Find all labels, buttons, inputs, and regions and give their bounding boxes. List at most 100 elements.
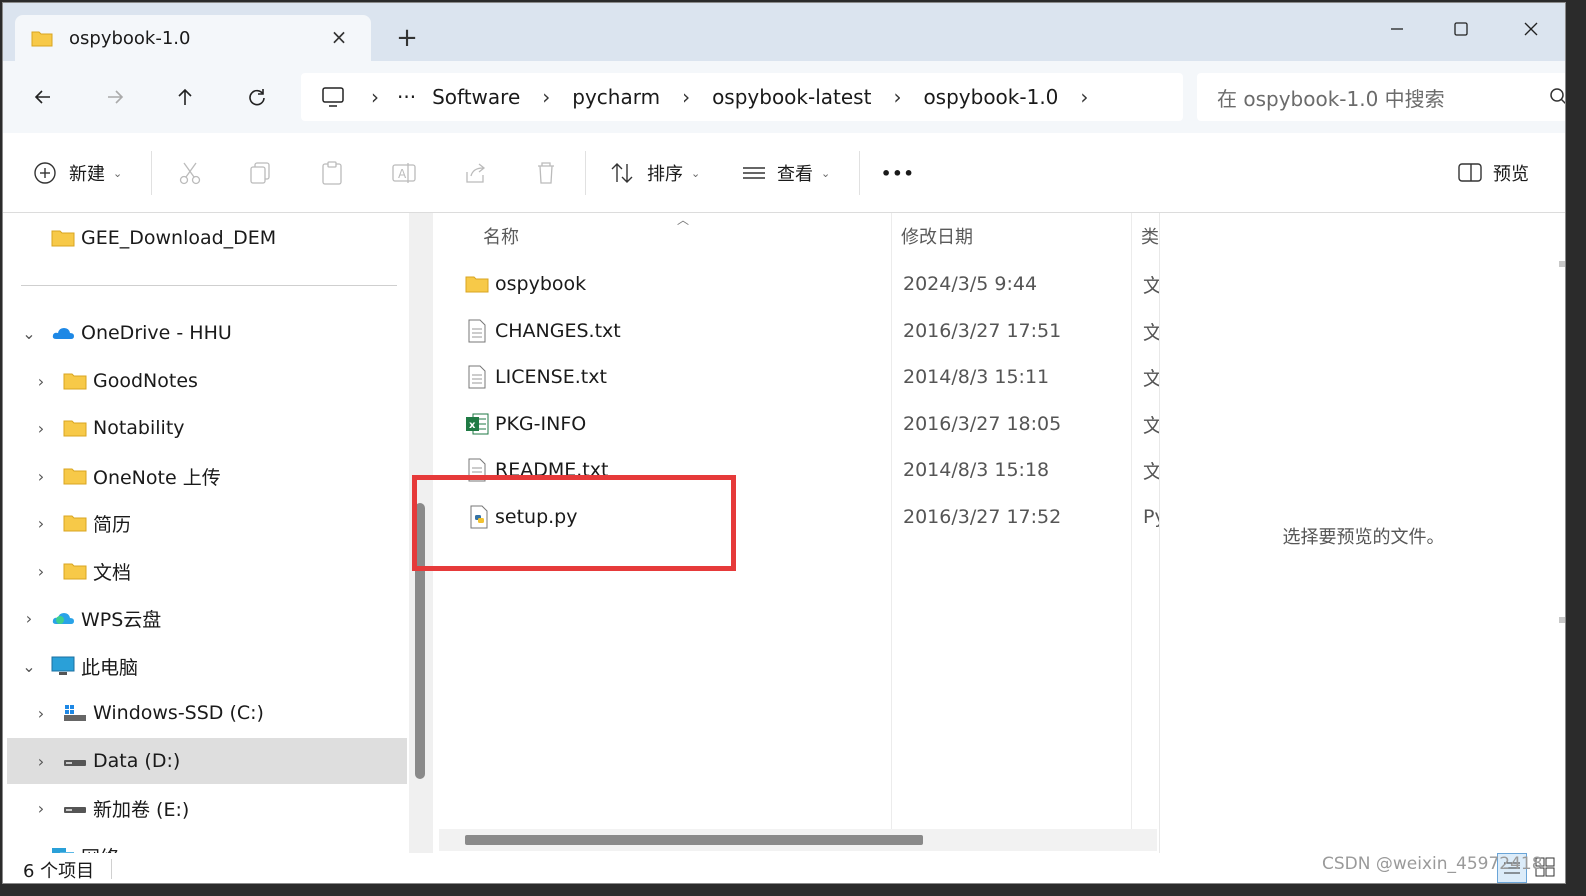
divider <box>859 151 860 195</box>
file-date: 2016/3/27 17:52 <box>903 506 1062 528</box>
breadcrumb-separator[interactable]: › <box>893 85 901 109</box>
file-row[interactable]: LICENSE.txt 2014/8/3 15:11 文 <box>433 354 1159 400</box>
tab-title: ospybook-1.0 <box>69 27 191 49</box>
cut-button[interactable] <box>177 155 203 191</box>
clipboard-icon <box>322 161 342 185</box>
sidebar-item-onenote[interactable]: › OneNote 上传 <box>7 453 407 499</box>
command-bar: 新建 ⌄ A 排序 ⌄ 查看 ⌄ ••• 预览 <box>3 133 1565 213</box>
file-date: 2024/3/5 9:44 <box>903 273 1038 295</box>
file-row[interactable]: ospybook 2024/3/5 9:44 文 <box>433 261 1159 307</box>
up-button[interactable] <box>167 79 203 115</box>
chevron-right-icon[interactable]: › <box>33 562 49 581</box>
preview-scrollbar[interactable] <box>1559 213 1565 853</box>
view-button[interactable]: 查看 ⌄ <box>741 155 830 191</box>
breadcrumb-separator[interactable]: › <box>682 85 690 109</box>
sidebar-item-drive-d[interactable]: › Data (D:) <box>7 738 407 784</box>
horizontal-scrollbar[interactable] <box>439 829 1157 851</box>
tab-ospybook[interactable]: ospybook-1.0 × <box>15 15 371 61</box>
file-explorer-window: ospybook-1.0 × + › ··· Software › pychar… <box>2 2 1566 884</box>
breadcrumb-pycharm[interactable]: pycharm <box>572 85 660 109</box>
share-button[interactable] <box>463 155 489 191</box>
chevron-down-icon[interactable]: ⌄ <box>21 324 37 343</box>
chevron-right-icon[interactable]: › <box>33 372 49 391</box>
chevron-down-icon: ⌄ <box>691 166 701 180</box>
close-window-button[interactable] <box>1501 9 1561 49</box>
chevron-right-icon[interactable]: › <box>33 419 49 438</box>
sidebar-item-drive-c[interactable]: › Windows-SSD (C:) <box>7 690 407 736</box>
minimize-icon <box>1391 28 1403 30</box>
scissors-icon <box>179 162 201 185</box>
breadcrumb-separator[interactable]: › <box>542 85 550 109</box>
new-button[interactable]: 新建 ⌄ <box>33 155 122 191</box>
preview-pane: 选择要预览的文件。 <box>1159 213 1565 853</box>
trash-icon <box>538 162 554 184</box>
breadcrumb-ellipsis[interactable]: ··· <box>397 85 416 109</box>
sidebar-item-this-pc[interactable]: ⌄ 此电脑 <box>7 643 407 689</box>
scrollbar-thumb[interactable] <box>465 835 923 845</box>
sidebar-item-notability[interactable]: › Notability <box>7 405 407 451</box>
chevron-down-icon[interactable]: ⌄ <box>21 657 37 676</box>
onedrive-cloud-icon <box>51 323 75 343</box>
breadcrumb-separator[interactable]: › <box>371 85 379 109</box>
chevron-right-icon[interactable]: › <box>33 799 49 818</box>
sort-button[interactable]: 排序 ⌄ <box>609 155 700 191</box>
forward-button[interactable] <box>97 79 133 115</box>
file-type: Py <box>1143 506 1159 528</box>
chevron-right-icon[interactable]: › <box>21 609 37 628</box>
preview-button[interactable]: 预览 <box>1457 155 1529 191</box>
column-header-date[interactable]: 修改日期 <box>901 213 973 259</box>
preview-label: 预览 <box>1493 164 1529 185</box>
tab-close-icon[interactable]: × <box>327 25 351 49</box>
search-input[interactable]: 在 ospybook-1.0 中搜索 <box>1217 83 1445 112</box>
computer-icon <box>321 85 345 109</box>
sidebar-item-network[interactable]: › 网络 <box>7 833 407 853</box>
search-box[interactable]: 在 ospybook-1.0 中搜索 <box>1197 73 1565 121</box>
column-header-type[interactable]: 类 <box>1141 213 1159 259</box>
up-arrow-icon <box>178 88 192 105</box>
scroll-tick <box>1559 261 1565 267</box>
breadcrumb-software[interactable]: Software <box>432 85 520 109</box>
chevron-right-icon[interactable]: › <box>33 514 49 533</box>
new-tab-button[interactable]: + <box>391 23 423 55</box>
back-button[interactable] <box>25 79 61 115</box>
sidebar-item-documents[interactable]: › 文档 <box>7 548 407 594</box>
sidebar-item-drive-e[interactable]: › 新加卷 (E:) <box>7 785 407 831</box>
more-options-button[interactable]: ••• <box>881 155 915 191</box>
preview-empty-message: 选择要预览的文件。 <box>1282 527 1445 548</box>
chevron-right-icon[interactable]: › <box>33 752 49 771</box>
sidebar-item-label: Data (D:) <box>93 750 181 772</box>
sidebar-item-gee-download-dem[interactable]: GEE_Download_DEM <box>7 215 407 261</box>
rename-button[interactable]: A <box>391 155 417 191</box>
file-row[interactable]: x PKG-INFO 2016/3/27 18:05 文 <box>433 401 1159 447</box>
title-bar: ospybook-1.0 × + <box>3 3 1565 61</box>
minimize-button[interactable] <box>1367 9 1427 49</box>
windows-drive-icon <box>63 703 87 723</box>
breadcrumb-ospybook-latest[interactable]: ospybook-latest <box>712 85 871 109</box>
file-type: 文 <box>1143 308 1159 354</box>
file-row[interactable]: CHANGES.txt 2016/3/27 17:51 文 <box>433 308 1159 354</box>
new-label: 新建 <box>69 164 105 185</box>
highlight-box <box>412 475 736 571</box>
file-name: LICENSE.txt <box>495 366 607 388</box>
chevron-right-icon[interactable]: › <box>33 467 49 486</box>
sidebar-item-goodnotes[interactable]: › GoodNotes <box>7 358 407 404</box>
sidebar-item-label: OneDrive - HHU <box>81 322 232 344</box>
breadcrumb-separator[interactable]: › <box>1080 85 1088 109</box>
delete-button[interactable] <box>533 155 559 191</box>
sidebar-item-resume[interactable]: › 简历 <box>7 500 407 546</box>
file-date: 2014/8/3 15:11 <box>903 366 1050 388</box>
breadcrumb-ospybook-1-0[interactable]: ospybook-1.0 <box>923 85 1058 109</box>
sidebar-item-label: 此电脑 <box>81 656 139 679</box>
sort-label: 排序 <box>647 164 683 185</box>
navigation-pane: GEE_Download_DEM ⌄ OneDrive - HHU › Good… <box>3 213 409 853</box>
sidebar-item-onedrive[interactable]: ⌄ OneDrive - HHU <box>7 310 407 356</box>
sidebar-item-wps-cloud[interactable]: › WPS云盘 <box>7 595 407 641</box>
column-header-name[interactable]: 名称 <box>483 213 519 259</box>
copy-button[interactable] <box>247 155 273 191</box>
address-bar[interactable]: › ··· Software › pycharm › ospybook-late… <box>301 73 1183 121</box>
folder-icon <box>63 371 87 391</box>
paste-button[interactable] <box>319 155 345 191</box>
chevron-right-icon[interactable]: › <box>33 704 49 723</box>
maximize-button[interactable] <box>1431 9 1491 49</box>
refresh-button[interactable] <box>239 79 275 115</box>
